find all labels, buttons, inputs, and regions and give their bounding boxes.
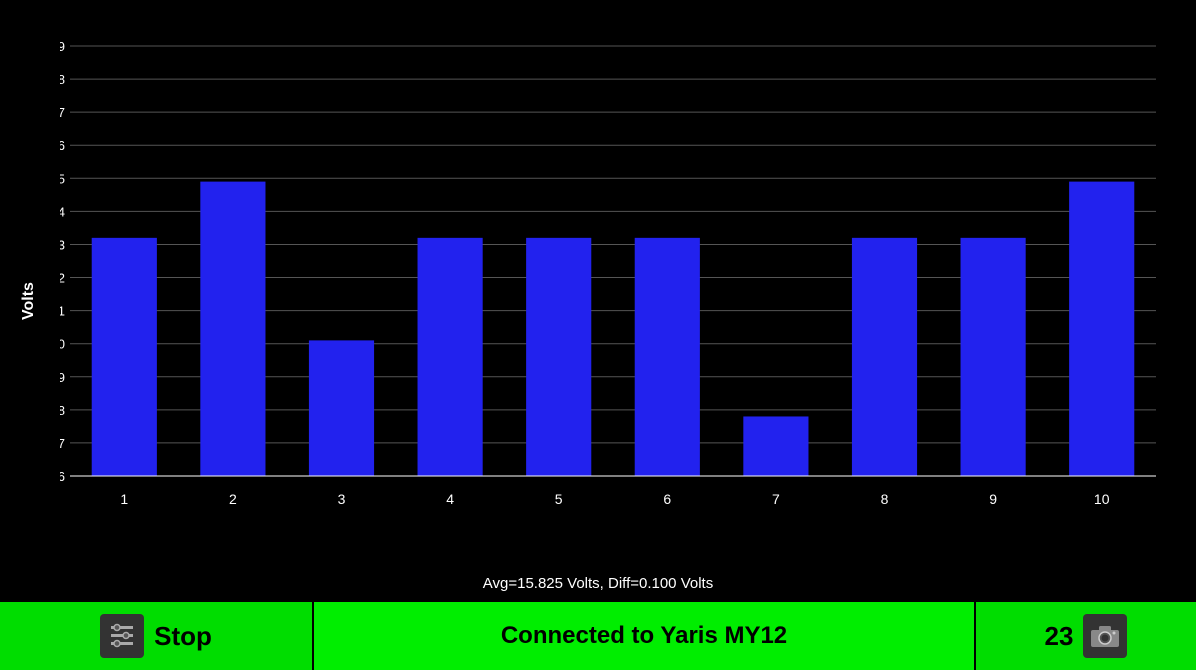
svg-text:15.84: 15.84 xyxy=(60,204,65,219)
svg-text:15.83: 15.83 xyxy=(60,237,65,252)
camera-icon[interactable] xyxy=(1083,614,1127,658)
svg-text:2: 2 xyxy=(229,491,237,507)
svg-text:3: 3 xyxy=(338,491,346,507)
svg-text:15.78: 15.78 xyxy=(60,403,65,418)
y-axis-label: Volts xyxy=(20,282,38,320)
chart-inner: 15.76 15.77 15.78 15.79 15.80 15.81 15.82 15.83… xyxy=(60,20,1176,532)
svg-text:15.87: 15.87 xyxy=(60,105,65,120)
svg-text:15.89: 15.89 xyxy=(60,39,65,54)
toolbar-right: 23 xyxy=(976,602,1196,670)
svg-text:15.79: 15.79 xyxy=(60,370,65,385)
toolbar: Stop Connected to Yaris MY12 23 xyxy=(0,602,1196,670)
svg-text:5: 5 xyxy=(555,491,563,507)
svg-text:15.88: 15.88 xyxy=(60,72,65,87)
svg-text:15.85: 15.85 xyxy=(60,171,65,186)
svg-text:6: 6 xyxy=(663,491,671,507)
svg-text:15.81: 15.81 xyxy=(60,304,65,319)
svg-text:1: 1 xyxy=(120,491,128,507)
toolbar-left: Stop xyxy=(0,602,314,670)
chart-subtitle: Avg=15.825 Volts, Diff=0.100 Volts xyxy=(0,575,1196,592)
chart-area: Volts 15.76 15.77 15.78 15.79 15.80 15.81 15.8… xyxy=(0,0,1196,602)
svg-text:8: 8 xyxy=(881,491,889,507)
bar-chart: 15.76 15.77 15.78 15.79 15.80 15.81 15.82 15.83… xyxy=(60,20,1176,532)
count-label: 23 xyxy=(1045,621,1074,652)
svg-text:15.77: 15.77 xyxy=(60,436,65,451)
svg-text:7: 7 xyxy=(772,491,780,507)
svg-text:15.80: 15.80 xyxy=(60,337,65,352)
svg-text:9: 9 xyxy=(989,491,997,507)
svg-text:15.86: 15.86 xyxy=(60,138,65,153)
connection-label: Connected to Yaris MY12 xyxy=(501,622,787,650)
svg-text:4: 4 xyxy=(446,491,454,507)
svg-text:10: 10 xyxy=(1094,491,1110,507)
toolbar-center: Connected to Yaris MY12 xyxy=(314,602,976,670)
stop-button[interactable]: Stop xyxy=(154,621,212,652)
settings-icon[interactable] xyxy=(100,614,144,658)
svg-text:15.82: 15.82 xyxy=(60,271,65,286)
svg-text:15.76: 15.76 xyxy=(60,469,65,484)
